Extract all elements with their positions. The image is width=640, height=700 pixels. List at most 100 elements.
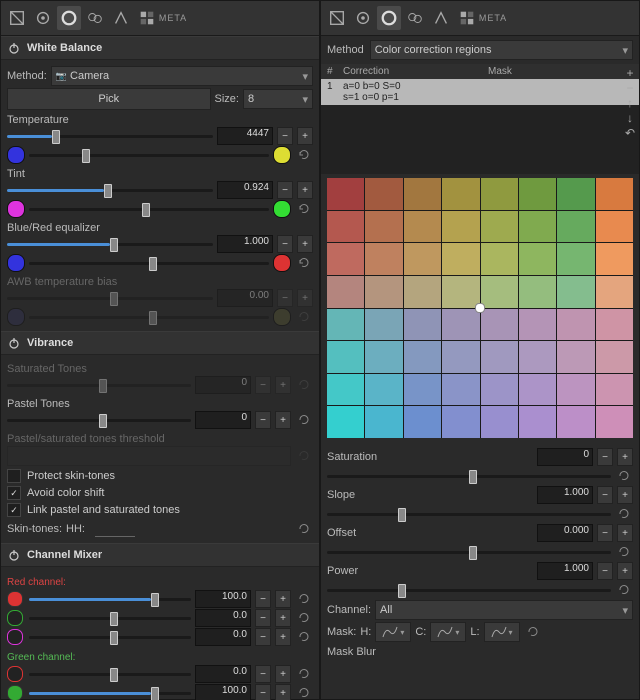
color-cell[interactable] xyxy=(404,211,441,243)
color-cell[interactable] xyxy=(481,341,518,373)
minus-button[interactable]: − xyxy=(277,235,293,253)
power-value[interactable]: 1.000 xyxy=(537,562,593,580)
color-cell[interactable] xyxy=(596,276,633,308)
color-cell[interactable] xyxy=(481,406,518,438)
vibrance-header[interactable]: Vibrance xyxy=(1,331,319,355)
advanced-tab-icon[interactable] xyxy=(403,6,427,30)
color-cell[interactable] xyxy=(596,406,633,438)
transform-tab-icon[interactable] xyxy=(429,6,453,30)
color-grid[interactable] xyxy=(327,178,633,438)
white-balance-header[interactable]: White Balance xyxy=(1,36,319,60)
plus-button[interactable]: + xyxy=(297,127,313,145)
color-cell[interactable] xyxy=(404,309,441,341)
color-cell[interactable] xyxy=(442,341,479,373)
color-cell[interactable] xyxy=(519,276,556,308)
color-cell[interactable] xyxy=(404,243,441,275)
reset-button[interactable] xyxy=(524,624,542,640)
color-cell[interactable] xyxy=(365,309,402,341)
color-cell[interactable] xyxy=(327,406,364,438)
mask-h-dropdown[interactable] xyxy=(375,622,411,642)
color-cell[interactable] xyxy=(404,276,441,308)
channel-mixer-header[interactable]: Channel Mixer xyxy=(1,543,319,567)
mask-l-dropdown[interactable] xyxy=(484,622,520,642)
color-cell[interactable] xyxy=(365,276,402,308)
power-icon[interactable] xyxy=(7,548,21,562)
color-cell[interactable] xyxy=(481,178,518,210)
transform-tab-icon[interactable] xyxy=(109,6,133,30)
reset-button[interactable] xyxy=(615,544,633,560)
plus-button[interactable]: + xyxy=(275,590,291,608)
slope-value[interactable]: 1.000 xyxy=(537,486,593,504)
color-cell[interactable] xyxy=(442,276,479,308)
minus-button[interactable]: − xyxy=(277,127,293,145)
color-cell[interactable] xyxy=(596,211,633,243)
color-cell[interactable] xyxy=(596,178,633,210)
move-down-button[interactable]: ↓ xyxy=(623,111,637,125)
reset-button[interactable] xyxy=(295,147,313,163)
color-cell[interactable] xyxy=(404,374,441,406)
skintones-curve[interactable] xyxy=(95,520,135,537)
color-cell[interactable] xyxy=(481,309,518,341)
color-cell[interactable] xyxy=(365,243,402,275)
green-g-slider[interactable] xyxy=(29,686,191,700)
reset-button[interactable] xyxy=(295,201,313,217)
meta-tab-icon[interactable]: META xyxy=(481,6,505,30)
color-cell[interactable] xyxy=(442,309,479,341)
color-cell[interactable] xyxy=(557,243,594,275)
color-cell[interactable] xyxy=(519,211,556,243)
color-cell[interactable] xyxy=(404,341,441,373)
green-r-slider[interactable] xyxy=(29,667,191,681)
power-slider[interactable] xyxy=(327,583,611,597)
color-cell[interactable] xyxy=(596,309,633,341)
color-cell[interactable] xyxy=(481,211,518,243)
plus-button[interactable]: + xyxy=(617,524,633,542)
link-tones-checkbox[interactable]: ✓ xyxy=(7,503,21,517)
minus-button[interactable]: − xyxy=(255,411,271,429)
color-cell[interactable] xyxy=(519,374,556,406)
plus-button[interactable]: + xyxy=(297,235,313,253)
color-cell[interactable] xyxy=(557,276,594,308)
saturation-slider[interactable] xyxy=(327,469,611,483)
color-cell[interactable] xyxy=(557,211,594,243)
reset-button[interactable] xyxy=(295,591,313,607)
color-cell[interactable] xyxy=(596,374,633,406)
color-cell[interactable] xyxy=(481,374,518,406)
slope-slider[interactable] xyxy=(327,507,611,521)
color-cell[interactable] xyxy=(519,341,556,373)
plus-button[interactable]: + xyxy=(617,486,633,504)
offset-slider[interactable] xyxy=(327,545,611,559)
power-icon[interactable] xyxy=(7,336,21,350)
offset-value[interactable]: 0.000 xyxy=(537,524,593,542)
reset-button[interactable] xyxy=(295,412,313,428)
red-b-slider[interactable] xyxy=(29,630,191,644)
size-dropdown[interactable]: 8 xyxy=(243,89,313,109)
color-cell[interactable] xyxy=(327,309,364,341)
reset-button[interactable] xyxy=(295,629,313,645)
channel-dropdown[interactable]: All xyxy=(375,600,633,620)
meta-tab-icon[interactable]: META xyxy=(161,6,185,30)
minus-button[interactable]: − xyxy=(277,181,293,199)
color-cell[interactable] xyxy=(404,178,441,210)
tint-value[interactable]: 0.924 xyxy=(217,181,273,199)
color-cell[interactable] xyxy=(519,178,556,210)
plus-button[interactable]: + xyxy=(617,448,633,466)
power-icon[interactable] xyxy=(7,41,21,55)
wb-method-dropdown[interactable]: 📷 Camera xyxy=(51,66,313,86)
minus-button[interactable]: − xyxy=(255,590,271,608)
minus-button[interactable]: − xyxy=(597,486,613,504)
color-tab-icon[interactable] xyxy=(377,6,401,30)
color-cell[interactable] xyxy=(557,341,594,373)
color-cell[interactable] xyxy=(442,374,479,406)
pick-button[interactable]: Pick xyxy=(7,88,211,110)
protect-skin-checkbox[interactable] xyxy=(7,469,21,483)
color-cell[interactable] xyxy=(327,211,364,243)
br-value[interactable]: 1.000 xyxy=(217,235,273,253)
color-cell[interactable] xyxy=(327,178,364,210)
plus-button[interactable]: + xyxy=(275,628,291,646)
reset-button[interactable] xyxy=(295,685,313,700)
color-cell[interactable] xyxy=(519,406,556,438)
color-cell[interactable] xyxy=(442,243,479,275)
plus-button[interactable]: + xyxy=(275,609,291,627)
minus-button[interactable]: − xyxy=(597,562,613,580)
temp-hue-slider[interactable] xyxy=(29,148,269,162)
